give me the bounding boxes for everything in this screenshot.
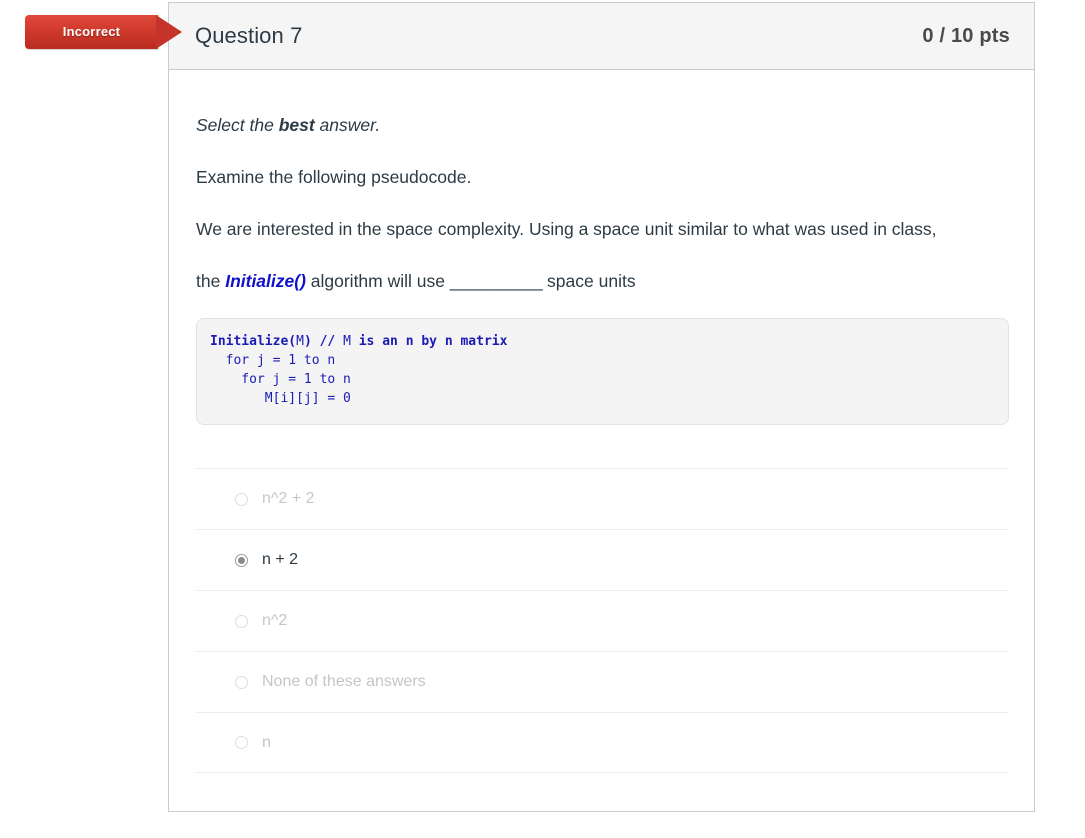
answer-option-4[interactable]: n [196, 712, 1009, 773]
prompt-line-2: Examine the following pseudocode. [196, 167, 472, 187]
answer-label: n + 2 [262, 551, 299, 568]
code-line-4: M[i][j] = 0 [210, 391, 351, 406]
code-line-2: for j = 1 to n [210, 353, 336, 368]
prompt-line-4-suffix: space units [542, 271, 636, 291]
code-param-m: M [296, 334, 304, 349]
question-points: 0 / 10 pts [922, 24, 1010, 47]
code-paren-close: ) [303, 334, 320, 349]
answer-option-0[interactable]: n^2 + 2 [196, 468, 1009, 529]
prompt-line-4: the Initialize() algorithm will use ____… [196, 266, 986, 296]
prompt-line-3: We are interested in the space complexit… [196, 219, 937, 239]
radio-icon[interactable] [235, 614, 248, 628]
algorithm-keyword: Initialize() [225, 271, 306, 291]
code-fn-name: Initialize [210, 334, 289, 349]
answer-option-2[interactable]: n^2 [196, 590, 1009, 651]
code-comment-slashes: // [319, 334, 344, 349]
radio-icon[interactable] [235, 553, 248, 567]
answer-option-3[interactable]: None of these answers [196, 651, 1009, 712]
question-header: Question 7 0 / 10 pts [169, 3, 1034, 70]
instruction-suffix: answer. [314, 115, 381, 135]
question-title: Question 7 [195, 23, 303, 48]
incorrect-flag-badge: Incorrect [25, 15, 185, 49]
code-comment-m: M [343, 334, 359, 349]
code-comment-rest: is an n by n matrix [358, 334, 508, 349]
code-line-3: for j = 1 to n [210, 372, 351, 387]
prompt-line-4-mid: algorithm will use [305, 271, 450, 291]
instruction-text: Select the best answer. [196, 110, 986, 140]
question-container: Question 7 0 / 10 pts Select the best an… [168, 2, 1035, 812]
answer-list: n^2 + 2 n + 2 n^2 None of these answers … [196, 468, 1009, 773]
answer-label: n^2 [262, 612, 288, 629]
radio-icon[interactable] [235, 492, 248, 506]
radio-icon[interactable] [235, 675, 248, 689]
flag-arrow-point-icon [156, 15, 182, 49]
answer-blank: __________ [449, 271, 543, 291]
pseudocode-block: Initialize(M) // M is an n by n matrix f… [196, 318, 1009, 425]
radio-icon[interactable] [235, 736, 248, 749]
instruction-emphasis: best [278, 115, 315, 135]
answer-label: None of these answers [262, 673, 426, 690]
answer-label: n [262, 733, 271, 751]
question-body: Select the best answer. Examine the foll… [169, 70, 1034, 773]
flag-label: Incorrect [62, 24, 121, 39]
instruction-prefix: Select the [196, 115, 279, 135]
answer-label: n^2 + 2 [262, 490, 315, 507]
answer-option-1[interactable]: n + 2 [196, 529, 1009, 590]
code-paren-open: ( [288, 334, 297, 349]
prompt-line-4-prefix: the [196, 271, 226, 291]
pseudocode-text: Initialize(M) // M is an n by n matrix f… [210, 332, 992, 408]
